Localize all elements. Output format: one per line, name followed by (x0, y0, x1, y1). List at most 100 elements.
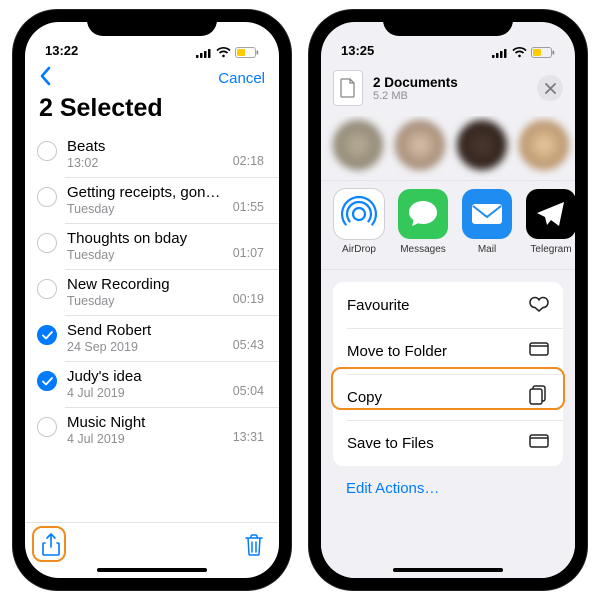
list-item[interactable]: Judy's idea4 Jul 2019 05:04 (25, 361, 279, 407)
trash-icon (245, 534, 263, 556)
status-time: 13:25 (341, 43, 374, 58)
app-label: Mail (478, 244, 496, 255)
action-label: Save to Files (347, 435, 434, 452)
status-icons (492, 47, 555, 58)
app-airdrop[interactable]: AirDrop (333, 189, 385, 255)
contact-avatar[interactable] (457, 120, 507, 170)
list-item[interactable]: Getting receipts, gonna edit this laterT… (25, 177, 279, 223)
item-duration: 00:19 (233, 292, 264, 308)
list-item[interactable]: Send Robert24 Sep 2019 05:43 (25, 315, 279, 361)
selection-circle[interactable] (37, 187, 57, 207)
status-icons (196, 47, 259, 58)
actions-list: Favourite Move to Folder Copy Save to Files (333, 282, 563, 466)
item-subtitle: 13:02 (67, 156, 225, 170)
share-sheet-header: 2 Documents 5.2 MB (321, 60, 575, 116)
airdrop-icon (334, 189, 384, 239)
mail-icon (462, 189, 512, 239)
list-item[interactable]: Thoughts on bdayTuesday 01:07 (25, 223, 279, 269)
home-indicator[interactable] (97, 568, 207, 572)
close-button[interactable] (537, 75, 563, 101)
chevron-left-icon (39, 66, 51, 86)
item-subtitle: Tuesday (67, 248, 225, 262)
selection-circle[interactable] (37, 325, 57, 345)
toolbar (25, 522, 279, 578)
item-title: Thoughts on bday (67, 230, 225, 247)
status-time: 13:22 (45, 43, 78, 58)
selection-circle[interactable] (37, 233, 57, 253)
item-title: New Recording (67, 276, 225, 293)
folder-icon (529, 339, 549, 363)
phone-left: 13:22 Cancel 2 Selected Beats13:02 02:18 G… (13, 10, 291, 590)
action-label: Copy (347, 389, 382, 406)
item-subtitle: 4 Jul 2019 (67, 432, 225, 446)
action-move-to-folder[interactable]: Move to Folder (333, 328, 563, 374)
item-duration: 13:31 (233, 430, 264, 446)
list-item[interactable]: Beats13:02 02:18 (25, 131, 279, 177)
signal-icon (196, 48, 212, 58)
app-label: Messages (400, 244, 446, 255)
item-title: Music Night (67, 414, 225, 431)
wifi-icon (216, 47, 231, 58)
delete-button[interactable] (245, 534, 263, 556)
contact-avatar[interactable] (395, 120, 445, 170)
notch (87, 10, 217, 36)
item-title: Beats (67, 138, 225, 155)
item-subtitle: 4 Jul 2019 (67, 386, 225, 400)
selection-circle[interactable] (37, 417, 57, 437)
item-duration: 05:04 (233, 384, 264, 400)
share-button[interactable] (41, 533, 61, 557)
contact-avatar[interactable] (333, 120, 383, 170)
battery-icon (235, 47, 259, 58)
item-subtitle: Tuesday (67, 202, 225, 216)
selection-circle[interactable] (37, 371, 57, 391)
action-label: Move to Folder (347, 343, 447, 360)
apps-row[interactable]: AirDropMessagesMailTelegramWh (321, 180, 575, 270)
app-label: AirDrop (342, 244, 376, 255)
app-telegram[interactable]: Telegram (525, 189, 575, 255)
edit-actions-link[interactable]: Edit Actions… (321, 466, 575, 511)
heart-icon (529, 293, 549, 317)
item-subtitle: Tuesday (67, 294, 225, 308)
item-subtitle: 24 Sep 2019 (67, 340, 225, 354)
selection-circle[interactable] (37, 279, 57, 299)
cancel-button[interactable]: Cancel (218, 70, 265, 87)
contact-avatar[interactable] (519, 120, 569, 170)
wifi-icon (512, 47, 527, 58)
battery-icon (531, 47, 555, 58)
list-item[interactable]: Music Night4 Jul 2019 13:31 (25, 407, 279, 453)
item-title: Judy's idea (67, 368, 225, 385)
nav-bar: Cancel (25, 60, 279, 92)
selection-circle[interactable] (37, 141, 57, 161)
phone-right: 13:25 2 Documents 5.2 MB (309, 10, 587, 590)
action-label: Favourite (347, 297, 410, 314)
app-mail[interactable]: Mail (461, 189, 513, 255)
share-title: 2 Documents (373, 75, 527, 90)
back-button[interactable] (39, 66, 51, 90)
signal-icon (492, 48, 508, 58)
share-sheet: 2 Documents 5.2 MB AirDrop Messages Mail Te… (321, 60, 575, 578)
telegram-icon (526, 189, 575, 239)
item-duration: 01:55 (233, 200, 264, 216)
recordings-list[interactable]: Beats13:02 02:18 Getting receipts, gonna e… (25, 131, 279, 522)
action-save-to-files[interactable]: Save to Files (333, 420, 563, 466)
action-favourite[interactable]: Favourite (333, 282, 563, 328)
app-messages[interactable]: Messages (397, 189, 449, 255)
app-label: Telegram (530, 244, 571, 255)
copy-icon (529, 385, 549, 409)
contacts-row[interactable] (321, 116, 575, 180)
close-icon (545, 83, 556, 94)
messages-icon (398, 189, 448, 239)
share-subtitle: 5.2 MB (373, 90, 527, 102)
item-duration: 05:43 (233, 338, 264, 354)
action-copy[interactable]: Copy (333, 374, 563, 420)
page-title: 2 Selected (25, 92, 279, 131)
item-duration: 01:07 (233, 246, 264, 262)
item-duration: 02:18 (233, 154, 264, 170)
share-icon (41, 533, 61, 557)
item-title: Getting receipts, gonna edit this later (67, 184, 225, 201)
home-indicator[interactable] (393, 568, 503, 572)
document-icon (333, 70, 363, 106)
item-title: Send Robert (67, 322, 225, 339)
notch (383, 10, 513, 36)
list-item[interactable]: New RecordingTuesday 00:19 (25, 269, 279, 315)
